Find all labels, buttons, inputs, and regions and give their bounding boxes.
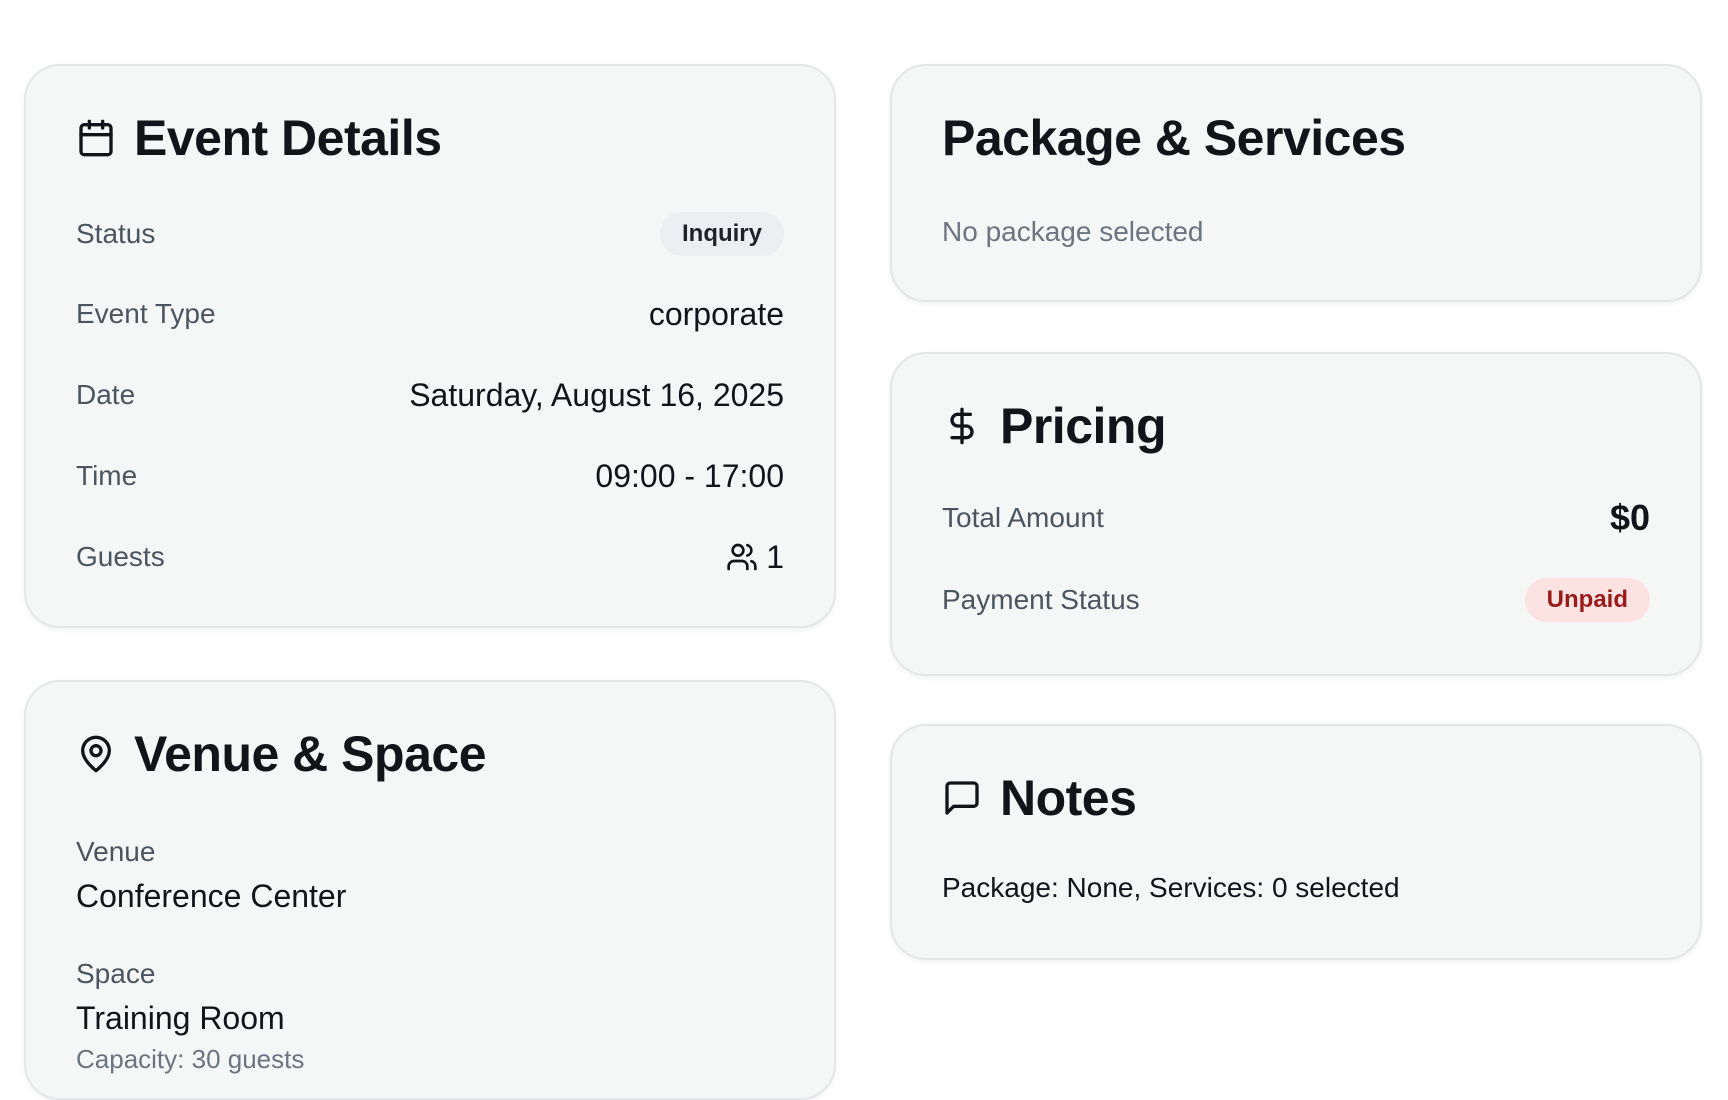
pricing-heading: Pricing — [942, 396, 1166, 456]
total-amount-label: Total Amount — [942, 502, 1104, 533]
venue-space-heading: Venue & Space — [76, 724, 487, 784]
time-label: Time — [76, 460, 138, 491]
status-label: Status — [76, 218, 156, 249]
total-amount-row: Total Amount $0 — [942, 494, 1650, 542]
total-amount-value: $0 — [1609, 497, 1650, 538]
notes-card: Notes Package: None, Services: 0 selecte… — [890, 724, 1702, 960]
map-pin-icon — [76, 734, 116, 774]
event-details-title: Event Details — [134, 110, 442, 166]
notes-title: Notes — [1000, 770, 1137, 826]
venue-space-card: Venue & Space Venue Conference Center Sp… — [24, 680, 836, 1100]
space-value: Training Room — [76, 1000, 285, 1036]
package-services-card: Package & Services No package selected — [890, 64, 1702, 302]
payment-status-label: Payment Status — [942, 584, 1140, 615]
notes-text: Package: None, Services: 0 selected — [942, 872, 1400, 903]
event-type-row: Event Type corporate — [76, 290, 784, 338]
dollar-icon — [942, 406, 982, 446]
notes-heading: Notes — [942, 768, 1137, 828]
date-row: Date Saturday, August 16, 2025 — [76, 371, 784, 419]
event-details-card: Event Details Status Inquiry Event Type … — [24, 64, 836, 628]
time-value: 09:00 - 17:00 — [595, 457, 784, 494]
time-row: Time 09:00 - 17:00 — [76, 452, 784, 500]
venue-label: Venue — [76, 836, 156, 867]
space-label: Space — [76, 958, 156, 989]
users-icon — [726, 541, 758, 573]
event-type-value: corporate — [648, 295, 784, 332]
payment-status-badge: Unpaid — [1524, 578, 1650, 622]
guests-value: 1 — [766, 538, 784, 575]
status-row: Status Inquiry — [76, 210, 784, 258]
pricing-title: Pricing — [1000, 398, 1166, 454]
no-package-text: No package selected — [942, 216, 1204, 247]
package-services-title: Package & Services — [942, 110, 1406, 166]
date-label: Date — [76, 379, 136, 410]
date-value: Saturday, August 16, 2025 — [409, 376, 784, 413]
guests-row: Guests 1 — [76, 533, 784, 581]
status-badge: Inquiry — [659, 212, 784, 256]
pricing-card: Pricing Total Amount $0 Payment Status U… — [890, 352, 1702, 676]
event-details-heading: Event Details — [76, 108, 442, 168]
calendar-icon — [76, 118, 116, 158]
venue-value: Conference Center — [76, 878, 347, 914]
guests-value-group: 1 — [726, 539, 784, 576]
event-type-label: Event Type — [76, 298, 216, 329]
guests-label: Guests — [76, 541, 165, 572]
payment-status-row: Payment Status Unpaid — [942, 576, 1650, 624]
venue-space-title: Venue & Space — [134, 726, 487, 782]
capacity-text: Capacity: 30 guests — [76, 1044, 305, 1074]
package-services-heading: Package & Services — [942, 108, 1406, 168]
message-square-icon — [942, 778, 982, 818]
